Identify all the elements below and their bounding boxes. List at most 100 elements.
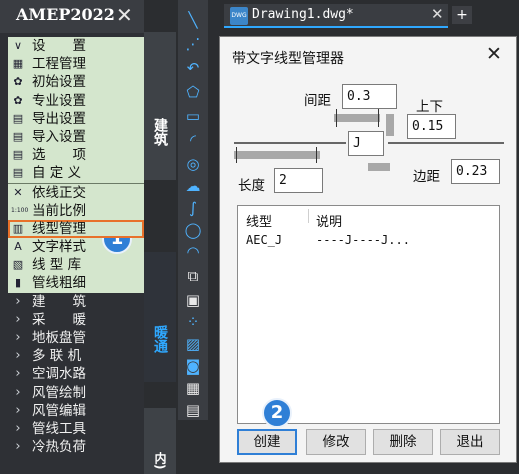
step-badge-2: 2 <box>262 398 292 428</box>
custom-icon: ▤ <box>12 166 24 180</box>
menu-item-label: 选 项 <box>32 147 86 164</box>
menu-item[interactable]: › 风管绘制 <box>8 383 144 402</box>
line-icon[interactable]: ╲ <box>183 10 203 30</box>
polygon-icon[interactable]: ⬠ <box>183 82 203 102</box>
dialog-close-icon[interactable]: ✕ <box>486 43 502 65</box>
column-header-linetype[interactable]: 线型 <box>246 211 272 230</box>
menu-item-label: 管线粗细 <box>32 275 86 292</box>
modify-button[interactable]: 修改 <box>306 429 366 455</box>
menu-item[interactable]: ▧ 线 型 库 <box>8 256 144 275</box>
menu-item-label: 导入设置 <box>32 128 86 145</box>
textstyle-icon: A <box>14 240 22 254</box>
menu-item[interactable]: ▦ 工程管理 <box>8 55 144 74</box>
menu-item[interactable]: › 采 暖 <box>8 310 144 329</box>
menu-item[interactable]: › 地板盘管 <box>8 329 144 348</box>
menu-item[interactable]: › 管线工具 <box>8 419 144 439</box>
menu-item-label: 冷热负荷 <box>32 439 86 456</box>
menu-item[interactable]: ▤ 选 项 <box>8 146 144 165</box>
new-tab-button[interactable]: + <box>452 6 472 24</box>
spacing-input[interactable] <box>342 84 397 109</box>
mtext-icon[interactable]: ▤ <box>183 400 203 420</box>
cloud-icon[interactable]: ☁ <box>183 176 203 196</box>
menu-item-label: 地板盘管 <box>32 330 86 346</box>
chevron-down-icon: ∨ <box>13 39 23 52</box>
menu-item-label: 风管编辑 <box>32 402 86 419</box>
menu-item[interactable]: › 多 联 机 <box>8 347 144 366</box>
circle-icon[interactable]: ◎ <box>183 154 203 174</box>
menu-item[interactable]: ✿ 专业设置 <box>8 91 144 110</box>
scale-icon: 1:100 <box>11 206 29 214</box>
ellipse-icon[interactable]: ◯ <box>183 220 203 240</box>
delete-button[interactable]: 删除 <box>373 429 433 455</box>
menu-item-label: 初始设置 <box>32 74 86 91</box>
ellipse-arc-icon[interactable]: ◠ <box>183 242 203 262</box>
construction-line-icon[interactable]: ⋰ <box>183 34 203 54</box>
dwg-file-icon: DWG <box>230 7 248 25</box>
menu-item-label: 空调水路 <box>32 366 86 383</box>
menu-item[interactable]: › 建 筑 <box>8 292 144 311</box>
menu-item-label: 管线工具 <box>32 420 86 437</box>
menu-item[interactable]: ▮ 管线粗细 <box>8 274 144 293</box>
insert-block-icon[interactable]: ⧉ <box>183 266 203 286</box>
menu-item[interactable]: ✕ 依线正交 <box>8 183 144 202</box>
hatch-icon[interactable]: ▨ <box>183 334 203 354</box>
linetype-desc-cell[interactable]: ----J----J... <box>316 233 410 247</box>
rectangle-icon[interactable]: ▭ <box>183 106 203 126</box>
menu-item-label: 专业设置 <box>32 92 86 109</box>
make-block-icon[interactable]: ▣ <box>183 290 203 310</box>
chevron-right-icon: › <box>15 420 21 436</box>
menu-item[interactable]: 1:100 当前比例 <box>8 201 144 220</box>
menu-item[interactable]: › 空调水路 <box>8 365 144 384</box>
panel-header: AMEP2022 ✕ <box>0 0 144 33</box>
close-tab-icon[interactable]: ✕ <box>431 5 444 23</box>
preview-line-right <box>388 142 504 144</box>
linelib-icon: ▧ <box>12 258 24 272</box>
menu-item-label: 自 定 义 <box>32 165 82 182</box>
arc-icon[interactable]: ◜ <box>183 130 203 150</box>
exit-button[interactable]: 退出 <box>440 429 500 455</box>
document-tabbar: DWG Drawing1.dwg* ✕ + <box>208 0 519 30</box>
linetype-icon: ▥ <box>12 221 24 235</box>
tab-bottom[interactable]: 内) <box>144 408 176 474</box>
menu-item[interactable]: ▤ 导出设置 <box>8 109 144 128</box>
menu-item-label: 依线正交 <box>32 184 86 201</box>
linetype-name-cell[interactable]: AEC_J <box>246 233 282 247</box>
length-input[interactable] <box>274 168 323 193</box>
menu-item[interactable]: ▤ 导入设置 <box>8 127 144 147</box>
chevron-right-icon: › <box>15 402 21 418</box>
spline-icon[interactable]: ∫ <box>183 198 203 218</box>
polyline-icon[interactable]: ↶ <box>183 58 203 78</box>
menu-item-label: 多 联 机 <box>32 348 82 365</box>
tab-hvac[interactable]: 暖通 <box>144 252 176 382</box>
margin-input[interactable] <box>451 159 500 184</box>
menu-item[interactable]: › 冷热负荷 <box>8 438 144 457</box>
menu-item-label: 采 暖 <box>32 311 86 328</box>
menu-item[interactable]: ▤ 自 定 义 <box>8 164 144 183</box>
menu-item-label: 建 筑 <box>32 293 86 310</box>
orthogonal-icon: ✕ <box>13 185 23 199</box>
linetype-list[interactable]: 线型 说明 AEC_J ----J----J... <box>237 205 500 424</box>
point-icon[interactable]: ⁘ <box>183 312 203 332</box>
options-icon: ▤ <box>12 148 24 162</box>
menu-item[interactable]: ▥ 线型管理 <box>8 219 144 239</box>
tab-architecture[interactable]: 建筑 <box>144 32 176 180</box>
menu-section-settings[interactable]: ∨ 设 置 <box>8 37 144 56</box>
text-input[interactable] <box>348 131 384 156</box>
project-icon: ▦ <box>12 57 24 71</box>
tab-drawing1[interactable]: DWG Drawing1.dwg* ✕ <box>224 4 448 28</box>
gradient-icon[interactable]: ◙ <box>183 356 203 376</box>
updown-label: 上下 <box>416 99 443 114</box>
menu-item[interactable]: › 风管编辑 <box>8 401 144 420</box>
updown-bar <box>386 114 394 136</box>
chevron-right-icon: › <box>15 384 21 400</box>
menu-item-label: 工程管理 <box>32 56 86 73</box>
menu-item[interactable]: ✿ 初始设置 <box>8 73 144 92</box>
create-button[interactable]: 创建 <box>237 429 297 455</box>
menu-item-label: 线型管理 <box>32 220 86 237</box>
panel-close-icon[interactable]: ✕ <box>116 3 133 27</box>
column-header-description[interactable]: 说明 <box>316 211 342 230</box>
spacing-tick-left <box>336 109 337 127</box>
updown-input[interactable] <box>407 114 456 139</box>
app-root: AMEP2022 ✕ ∨ 设 置 ▦ 工程管理 ✿ 初始设置 ✿ 专业设置 ▤ 导出设置 ▤ 导入… <box>0 0 519 474</box>
table-icon[interactable]: ▦ <box>183 378 203 398</box>
